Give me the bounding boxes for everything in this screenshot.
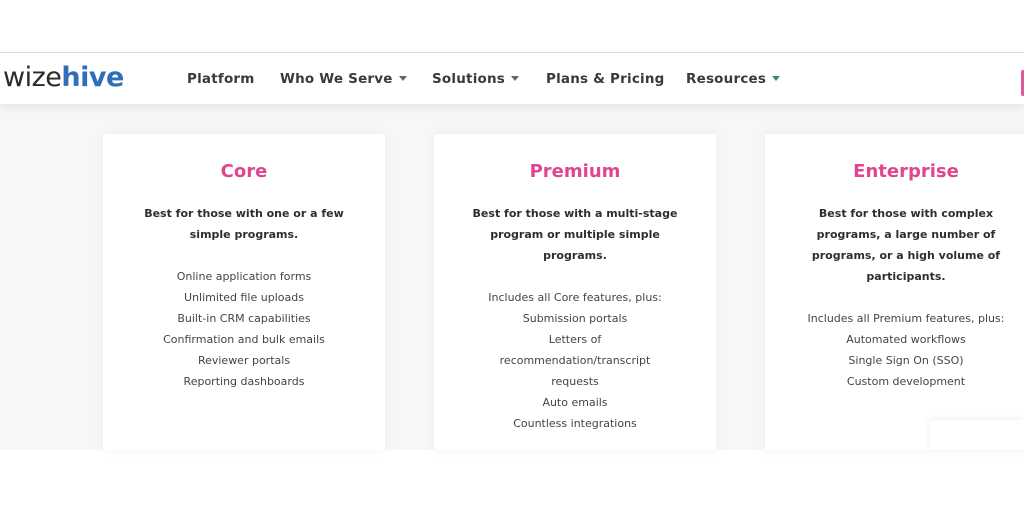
site-header: wizehive Platform Who We Serve Solutions… (0, 52, 1024, 104)
plan-feature: Reviewer portals (197, 354, 291, 367)
plan-feature: Includes all Core features, plus: (488, 291, 662, 304)
plan-title: Premium (529, 161, 621, 182)
plan-feature: Letters of recommendation/transcript req… (499, 333, 651, 388)
plan-feature: Includes all Premium features, plus: (807, 312, 1005, 325)
plan-feature: Built-in CRM capabilities (177, 312, 311, 325)
plan-features-list: Online application forms Unlimited file … (103, 266, 385, 392)
plan-feature: Confirmation and bulk emails (163, 333, 325, 346)
plan-card-core: Core Best for those with one or a few si… (103, 134, 385, 450)
logo-wize: wize (3, 62, 62, 93)
chat-widget[interactable] (930, 420, 1024, 450)
chevron-down-icon (772, 75, 781, 81)
plan-feature: Reporting dashboards (183, 375, 305, 388)
plan-title: Enterprise (853, 161, 959, 182)
page: wizehive Platform Who We Serve Solutions… (0, 0, 1024, 512)
plan-feature: Submission portals (522, 312, 628, 325)
plan-description: Best for those with a multi-stage progra… (472, 207, 678, 262)
plan-feature: Automated workflows (846, 333, 966, 346)
plan-feature: Custom development (846, 375, 966, 388)
plan-feature: Single Sign On (SSO) (848, 354, 964, 367)
plan-description: Best for those with complex programs, a … (811, 207, 1001, 283)
nav-who-we-serve[interactable]: Who We Serve (280, 71, 407, 87)
nav-solutions[interactable]: Solutions (432, 71, 520, 87)
pricing-plans-section: Core Best for those with one or a few si… (0, 104, 1024, 450)
plan-card-premium: Premium Best for those with a multi-stag… (434, 134, 716, 450)
nav-platform[interactable]: Platform (187, 71, 255, 87)
nav-plans-pricing-label: Plans & Pricing (546, 71, 665, 87)
nav-resources[interactable]: Resources (686, 71, 781, 87)
wizehive-logo[interactable]: wizehive (3, 62, 124, 94)
plan-features-list: Includes all Premium features, plus: Aut… (765, 308, 1024, 392)
nav-plans-pricing[interactable]: Plans & Pricing (546, 71, 665, 87)
logo-hive: hive (61, 62, 124, 93)
chevron-down-icon (398, 75, 407, 81)
plan-description: Best for those with one or a few simple … (144, 207, 344, 241)
nav-resources-label: Resources (686, 71, 767, 87)
plan-features-list: Includes all Core features, plus: Submis… (434, 287, 716, 434)
plan-feature: Online application forms (176, 270, 312, 283)
nav-who-we-serve-label: Who We Serve (280, 71, 393, 87)
nav-solutions-label: Solutions (432, 71, 506, 87)
plan-feature: Unlimited file uploads (184, 291, 304, 304)
plan-title: Core (220, 161, 268, 182)
plan-feature: Countless integrations (513, 417, 637, 430)
nav-platform-label: Platform (187, 71, 255, 87)
plan-feature: Auto emails (542, 396, 608, 409)
chevron-down-icon (511, 75, 520, 81)
plan-card-enterprise: Enterprise Best for those with complex p… (765, 134, 1024, 450)
